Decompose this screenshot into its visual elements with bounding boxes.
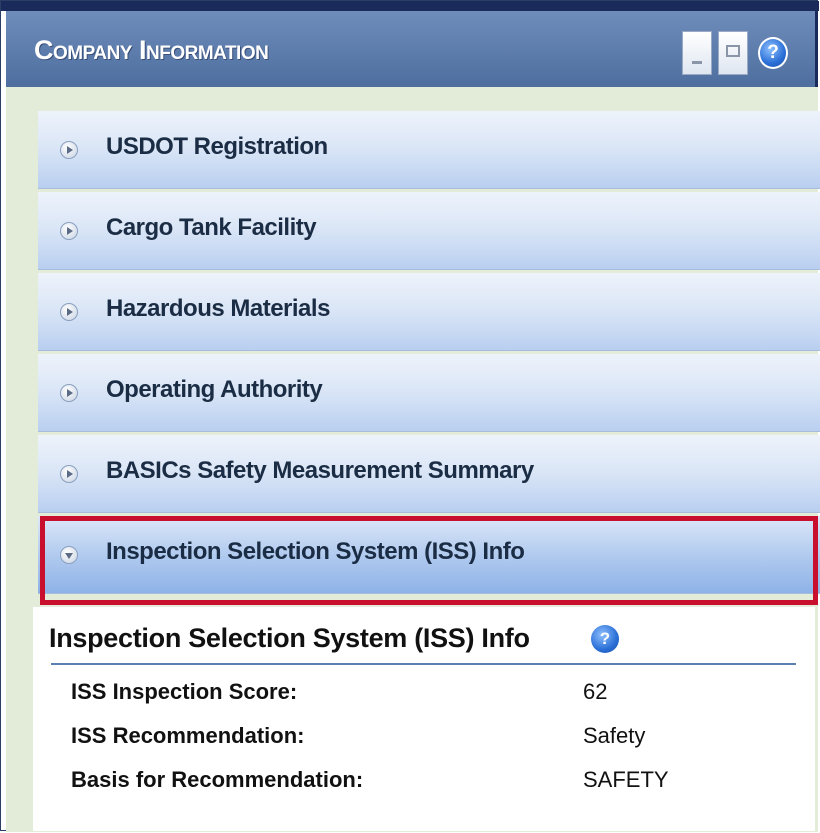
accordion-item-label: Hazardous Materials [106,295,330,322]
iss-info-details: Inspection Selection System (ISS) Info ?… [33,607,815,831]
help-icon[interactable]: ? [591,625,619,653]
accordion-item-iss-info[interactable]: Inspection Selection System (ISS) Info [38,516,820,594]
panel-title: Company Information [34,35,269,65]
row-label: Basis for Recommendation: [71,767,364,792]
expand-arrow-icon [60,141,78,159]
heading-divider [51,663,796,665]
row-label: ISS Inspection Score: [71,679,298,704]
row-label: ISS Recommendation: [71,723,305,748]
accordion-item-hazardous-materials[interactable]: Hazardous Materials [38,273,820,351]
row-value: 62 [583,679,608,704]
expand-arrow-icon [60,222,78,240]
accordion-item-operating-authority[interactable]: Operating Authority [38,354,820,432]
accordion-item-label: Operating Authority [106,376,323,403]
collapse-arrow-icon [60,546,78,564]
panel-titlebar: Company Information ? [6,11,818,87]
accordion-item-label: Cargo Tank Facility [106,214,317,241]
expand-arrow-icon [60,465,78,483]
expand-arrow-icon [60,384,78,402]
accordion-item-basics-safety-summary[interactable]: BASICs Safety Measurement Summary [38,435,820,513]
accordion-item-cargo-tank-facility[interactable]: Cargo Tank Facility [38,192,820,270]
window-top-border [1,1,819,11]
accordion-item-label: Inspection Selection System (ISS) Info [106,538,525,565]
expand-arrow-icon [60,303,78,321]
row-value: SAFETY [583,767,669,792]
help-icon[interactable]: ? [758,37,788,69]
accordion-item-label: USDOT Registration [106,133,328,160]
iss-section-heading: Inspection Selection System (ISS) Info [49,623,530,653]
accordion-item-label: BASICs Safety Measurement Summary [106,457,534,484]
company-information-panel: Company Information ? USDOT Registration… [0,0,820,832]
row-value: Safety [583,723,646,748]
minimize-button[interactable] [682,31,712,75]
accordion-item-usdot-registration[interactable]: USDOT Registration [38,111,820,189]
maximize-button[interactable] [718,31,748,75]
